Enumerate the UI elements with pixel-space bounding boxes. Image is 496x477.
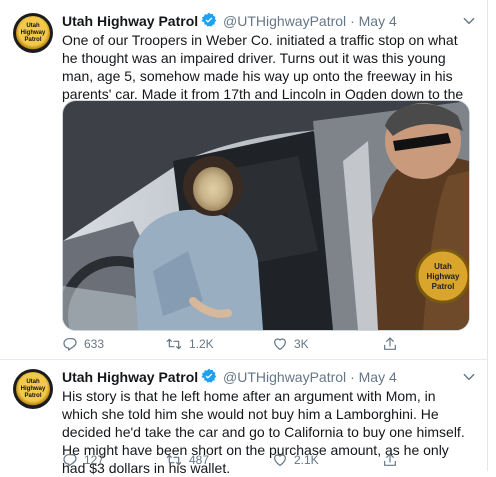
like-count: 2.1K [294, 453, 319, 467]
share-button[interactable] [382, 336, 398, 352]
tweet-date[interactable]: May 4 [359, 369, 397, 385]
verified-icon [201, 368, 217, 388]
avatar-text-line: Patrol [24, 37, 42, 43]
retweet-button[interactable]: 487 [165, 452, 209, 468]
like-button[interactable]: 3K [272, 336, 309, 352]
tweet-actions: 633 1.2K 3K [62, 336, 422, 354]
badge-text-line: Utah [434, 262, 452, 271]
avatar-text-line: Highway [20, 386, 46, 392]
tweet-photo[interactable]: Utah Highway Patrol [62, 100, 470, 331]
separator: · [350, 369, 355, 385]
avatar-text-line: Patrol [24, 393, 42, 399]
retweet-count: 1.2K [189, 337, 214, 351]
avatar-text-line: Highway [20, 30, 46, 36]
author-name[interactable]: Utah Highway Patrol [62, 13, 198, 29]
like-count: 3K [294, 337, 309, 351]
heart-icon [272, 336, 288, 352]
avatar[interactable]: Utah Highway Patrol [13, 369, 53, 409]
share-icon [382, 452, 398, 468]
author-handle[interactable]: @UTHighwayPatrol [223, 13, 346, 29]
reply-count: 127 [84, 453, 105, 467]
reply-count: 633 [84, 337, 105, 351]
reply-icon [62, 452, 78, 468]
avatar-text-line: Utah [26, 379, 40, 385]
retweet-count: 487 [189, 453, 210, 467]
heart-icon [272, 452, 288, 468]
avatar[interactable]: Utah Highway Patrol [13, 13, 53, 53]
reply-icon [62, 336, 78, 352]
tweet-actions: 127 487 2.1K [62, 452, 422, 470]
reply-button[interactable]: 633 [62, 336, 104, 352]
share-button[interactable] [382, 452, 398, 468]
retweet-button[interactable]: 1.2K [165, 336, 214, 352]
retweet-icon [165, 452, 183, 468]
verified-icon [201, 12, 217, 32]
tweet-header: Utah Highway Patrol @UTHighwayPatrol · M… [62, 12, 397, 32]
retweet-icon [165, 336, 183, 352]
timeline: Utah Highway Patrol Utah Highway Patrol … [0, 0, 488, 476]
separator: · [350, 13, 355, 29]
like-button[interactable]: 2.1K [272, 452, 319, 468]
share-icon [382, 336, 398, 352]
badge-text-line: Patrol [432, 282, 455, 291]
author-handle[interactable]: @UTHighwayPatrol [223, 369, 346, 385]
badge-text-line: Highway [427, 272, 460, 281]
photo-illustration: Utah Highway Patrol [63, 101, 469, 330]
author-name[interactable]: Utah Highway Patrol [62, 369, 198, 385]
tweet-header: Utah Highway Patrol @UTHighwayPatrol · M… [62, 368, 397, 388]
tweet[interactable]: Utah Highway Patrol Utah Highway Patrol … [0, 0, 488, 360]
avatar-text-line: Utah [26, 23, 40, 29]
tweet-date[interactable]: May 4 [359, 13, 397, 29]
tweet[interactable]: Utah Highway Patrol Utah Highway Patrol … [0, 361, 488, 476]
reply-button[interactable]: 127 [62, 452, 104, 468]
